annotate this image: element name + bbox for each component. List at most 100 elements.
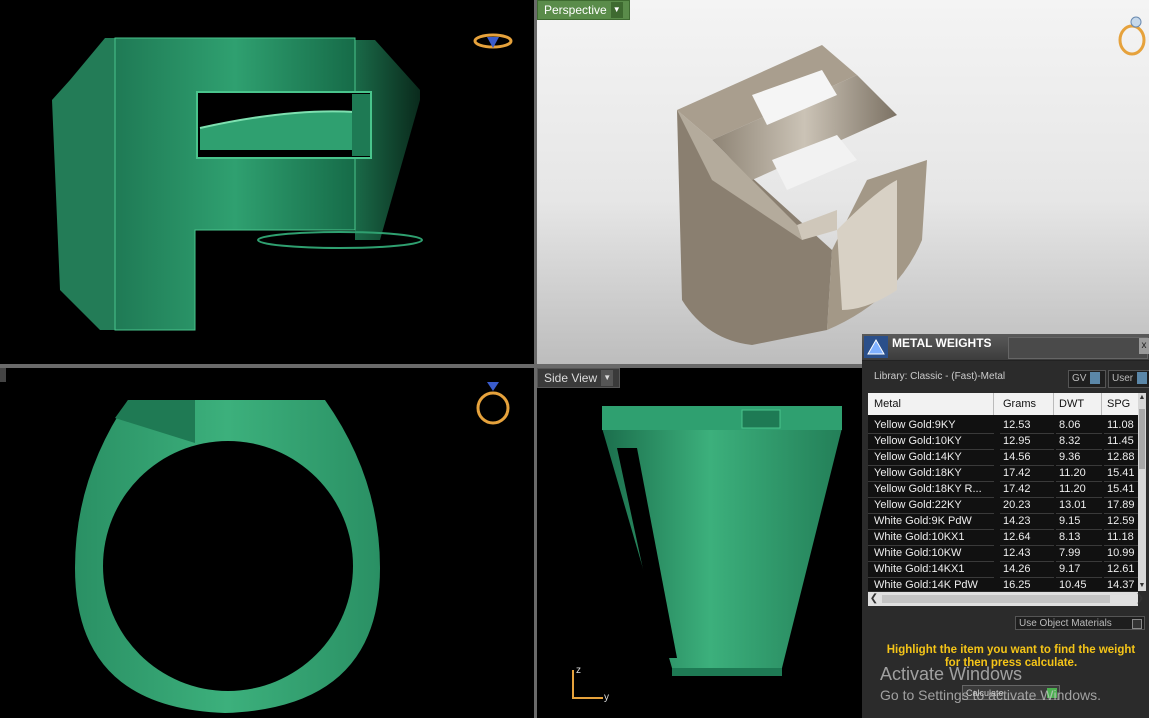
table-cell: 15.41 bbox=[1104, 465, 1138, 482]
gv-toggle-label: GV bbox=[1072, 373, 1087, 384]
activate-windows-subtext: Go to Settings to activate Windows. bbox=[880, 687, 1101, 703]
table-cell: 11.20 bbox=[1056, 481, 1102, 498]
horizontal-scrollbar[interactable]: ❮ ❯ bbox=[868, 592, 1144, 606]
table-cell: White Gold:14KX1 bbox=[868, 561, 994, 578]
ring-front-model bbox=[52, 37, 423, 331]
ring-diamond-icon[interactable] bbox=[474, 377, 514, 429]
table-cell: White Gold:9K PdW bbox=[868, 513, 994, 530]
column-header[interactable]: DWT bbox=[1056, 393, 1102, 415]
table-row[interactable]: Yellow Gold:18KY R... 17.42 11.20 15.41 bbox=[868, 481, 1138, 498]
table-cell: 17.42 bbox=[1000, 465, 1054, 482]
table-cell: 11.20 bbox=[1056, 465, 1102, 482]
viewport-menu-toggle[interactable] bbox=[0, 368, 6, 382]
user-toggle[interactable]: User bbox=[1108, 370, 1149, 388]
table-cell: Yellow Gold:9KY bbox=[868, 417, 994, 434]
table-row[interactable]: White Gold:14K PdW 16.25 10.45 14.37 bbox=[868, 577, 1138, 591]
metal-weights-table[interactable]: Metal Grams DWT SPG Yellow Gold:9KY 12.53 8.06… bbox=[868, 393, 1138, 591]
library-label: Library: Classic - (Fast)-Metal bbox=[874, 371, 1006, 382]
table-cell: 8.06 bbox=[1056, 417, 1102, 434]
activate-windows-watermark: Activate Windows bbox=[880, 664, 1023, 684]
table-cell: 10.99 bbox=[1104, 545, 1138, 562]
table-cell: 17.89 bbox=[1104, 497, 1138, 514]
table-cell: 11.45 bbox=[1104, 433, 1138, 450]
table-cell: 7.99 bbox=[1056, 545, 1102, 562]
app-logo-icon bbox=[864, 336, 888, 358]
chevron-down-icon[interactable]: ▼ bbox=[601, 370, 614, 386]
table-cell: 12.43 bbox=[1000, 545, 1054, 562]
panel-title: METAL WEIGHTS bbox=[892, 336, 992, 350]
axis-z-label: z bbox=[576, 665, 581, 676]
table-cell: Yellow Gold:14KY bbox=[868, 449, 994, 466]
use-object-materials-checkbox[interactable]: Use Object Materials bbox=[1015, 616, 1145, 630]
side-view-label-text: Side View bbox=[544, 371, 598, 385]
side-view-label[interactable]: Side View ▼ bbox=[537, 368, 621, 388]
table-cell: White Gold:10KX1 bbox=[868, 529, 994, 546]
table-cell: 12.88 bbox=[1104, 449, 1138, 466]
ring-top-model bbox=[75, 400, 380, 713]
table-row[interactable]: Yellow Gold:9KY 12.53 8.06 11.08 bbox=[868, 417, 1138, 434]
table-cell: 12.53 bbox=[1000, 417, 1054, 434]
table-cell: 12.59 bbox=[1104, 513, 1138, 530]
table-cell: 9.15 bbox=[1056, 513, 1102, 530]
table-cell: 10.45 bbox=[1056, 577, 1102, 591]
table-row[interactable]: Yellow Gold:18KY 17.42 11.20 15.41 bbox=[868, 465, 1138, 482]
perspective-view-label[interactable]: Perspective ▼ bbox=[537, 0, 630, 20]
vertical-scrollbar[interactable]: ▲ ▼ bbox=[1138, 393, 1146, 591]
table-row[interactable]: Yellow Gold:10KY 12.95 8.32 11.45 bbox=[868, 433, 1138, 450]
ring-preview-icon[interactable] bbox=[1115, 14, 1149, 58]
scroll-right-icon[interactable]: ❯ bbox=[1134, 592, 1146, 606]
table-cell: 9.36 bbox=[1056, 449, 1102, 466]
table-cell: Yellow Gold:18KY R... bbox=[868, 481, 994, 498]
table-cell: Yellow Gold:22KY bbox=[868, 497, 994, 514]
viewport-front[interactable] bbox=[0, 0, 534, 364]
table-row[interactable]: White Gold:9K PdW 14.23 9.15 12.59 bbox=[868, 513, 1138, 530]
table-row[interactable]: Yellow Gold:14KY 14.56 9.36 12.88 bbox=[868, 449, 1138, 466]
scrollbar-thumb[interactable] bbox=[1139, 409, 1145, 469]
checkbox-icon[interactable] bbox=[1132, 619, 1142, 629]
table-cell: 12.95 bbox=[1000, 433, 1054, 450]
table-cell: 15.41 bbox=[1104, 481, 1138, 498]
panel-tab[interactable] bbox=[1008, 337, 1148, 359]
axis-y-label: y bbox=[604, 692, 609, 703]
table-cell: 8.32 bbox=[1056, 433, 1102, 450]
scroll-left-icon[interactable]: ❮ bbox=[868, 592, 880, 606]
table-cell: 11.18 bbox=[1104, 529, 1138, 546]
table-cell: 14.56 bbox=[1000, 449, 1054, 466]
scroll-down-icon[interactable]: ▼ bbox=[1138, 581, 1146, 591]
table-cell: 12.64 bbox=[1000, 529, 1054, 546]
table-cell: 12.61 bbox=[1104, 561, 1138, 578]
panel-header: METAL WEIGHTS x bbox=[862, 334, 1149, 361]
table-cell: Yellow Gold:18KY bbox=[868, 465, 994, 482]
table-cell: White Gold:14K PdW bbox=[868, 577, 994, 591]
scroll-up-icon[interactable]: ▲ bbox=[1138, 393, 1146, 403]
table-row[interactable]: White Gold:14KX1 14.26 9.17 12.61 bbox=[868, 561, 1138, 578]
scrollbar-thumb[interactable] bbox=[882, 595, 1110, 603]
perspective-label-text: Perspective bbox=[544, 3, 607, 17]
table-cell: 14.37 bbox=[1104, 577, 1138, 591]
use-object-materials-label: Use Object Materials bbox=[1019, 618, 1112, 629]
table-cell: White Gold:10KW bbox=[868, 545, 994, 562]
user-toggle-label: User bbox=[1112, 373, 1134, 384]
viewport-top[interactable] bbox=[0, 368, 534, 718]
table-cell: 16.25 bbox=[1000, 577, 1054, 591]
table-cell: 9.17 bbox=[1056, 561, 1102, 578]
table-row[interactable]: White Gold:10KW 12.43 7.99 10.99 bbox=[868, 545, 1138, 562]
close-icon[interactable]: x bbox=[1139, 338, 1149, 354]
table-cell: 11.08 bbox=[1104, 417, 1138, 434]
table-cell: 8.13 bbox=[1056, 529, 1102, 546]
gv-toggle[interactable]: GV bbox=[1068, 370, 1106, 388]
toggle-knob-icon bbox=[1137, 372, 1148, 385]
table-cell: 20.23 bbox=[1000, 497, 1054, 514]
viewport-perspective[interactable]: Perspective ▼ bbox=[537, 0, 1149, 364]
column-header[interactable]: SPG bbox=[1104, 393, 1138, 415]
table-cell: 14.26 bbox=[1000, 561, 1054, 578]
column-header[interactable]: Metal bbox=[868, 393, 994, 415]
ring-perspective-model bbox=[677, 45, 927, 345]
table-row[interactable]: Yellow Gold:22KY 20.23 13.01 17.89 bbox=[868, 497, 1138, 514]
table-cell: Yellow Gold:10KY bbox=[868, 433, 994, 450]
gem-ring-icon[interactable] bbox=[472, 28, 514, 54]
metal-weights-panel: METAL WEIGHTS x Library: Classic - (Fast… bbox=[862, 334, 1149, 718]
table-row[interactable]: White Gold:10KX1 12.64 8.13 11.18 bbox=[868, 529, 1138, 546]
chevron-down-icon[interactable]: ▼ bbox=[610, 2, 623, 18]
column-header[interactable]: Grams bbox=[1000, 393, 1054, 415]
